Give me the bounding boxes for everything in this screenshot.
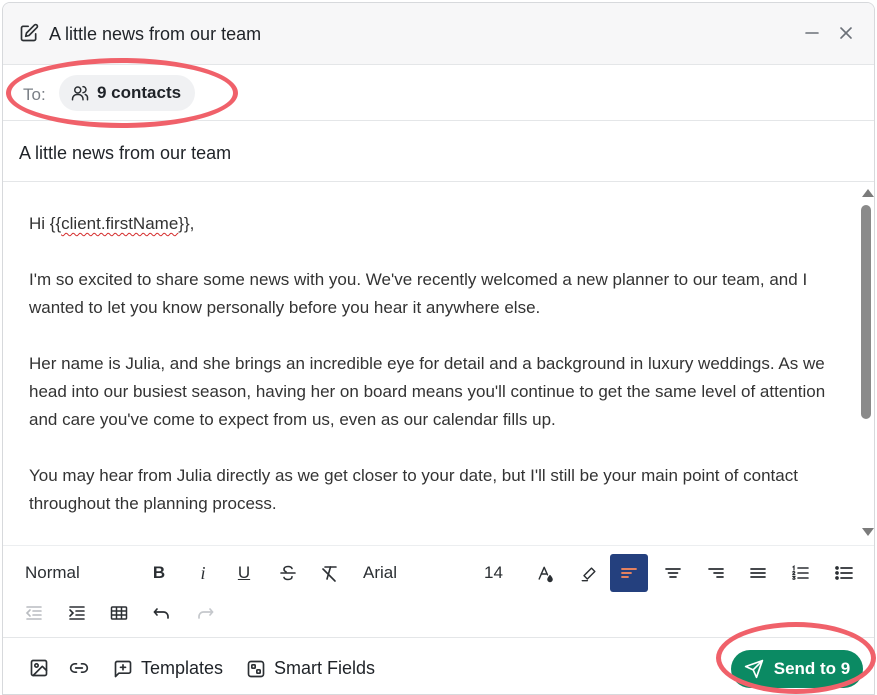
- highlight-icon[interactable]: [577, 562, 601, 586]
- link-icon: [69, 663, 89, 673]
- numbered-list-icon[interactable]: [788, 562, 812, 584]
- underline-icon[interactable]: U: [234, 562, 254, 584]
- add-template-icon: [114, 660, 132, 677]
- smart-fields-button[interactable]: Smart Fields: [246, 658, 375, 679]
- strikethrough-icon[interactable]: [277, 562, 299, 584]
- body-paragraph: Her name is Julia, and she brings an inc…: [29, 354, 826, 429]
- font-family-select[interactable]: Arial: [363, 562, 397, 584]
- subject-value: A little news from our team: [19, 143, 232, 163]
- body-scrollbar[interactable]: [858, 183, 874, 545]
- subject-field[interactable]: A little news from our team: [3, 121, 874, 182]
- formatting-toolbar: Normal B i U Arial 14: [3, 545, 874, 637]
- text-style-select[interactable]: Normal: [25, 562, 80, 584]
- justify-icon[interactable]: [746, 562, 770, 584]
- edit-icon: [20, 23, 39, 42]
- users-icon: [71, 85, 89, 101]
- smart-fields-label: Smart Fields: [274, 658, 376, 678]
- send-icon: [744, 659, 763, 679]
- email-compose-window: A little news from our team To: 9 contac…: [2, 2, 875, 695]
- table-icon[interactable]: [108, 602, 130, 624]
- message-body-editor[interactable]: Hi {{client.firstName}}, I'm so excited …: [3, 183, 858, 545]
- scroll-thumb[interactable]: [861, 205, 871, 419]
- templates-button[interactable]: Templates: [113, 658, 223, 679]
- smart-field-token: client.firstName: [61, 214, 179, 233]
- undo-icon[interactable]: [151, 602, 173, 624]
- bold-icon[interactable]: B: [149, 562, 169, 584]
- italic-icon[interactable]: i: [193, 562, 213, 584]
- send-button[interactable]: Send to 9: [731, 650, 863, 688]
- outdent-icon[interactable]: [23, 602, 45, 624]
- body-paragraph: You may hear from Julia directly as we g…: [29, 466, 798, 513]
- align-left-icon[interactable]: [610, 554, 648, 592]
- scroll-up-arrow-icon[interactable]: [862, 189, 874, 197]
- send-label: Send to 9: [773, 659, 851, 678]
- clear-format-icon[interactable]: [319, 562, 341, 584]
- font-size-select[interactable]: 14: [484, 562, 503, 584]
- font-color-icon[interactable]: [533, 562, 557, 586]
- to-label: To:: [23, 85, 46, 104]
- insert-link-button[interactable]: [69, 658, 89, 678]
- insert-image-button[interactable]: [29, 658, 49, 678]
- recipients-row: To: 9 contacts: [3, 65, 874, 121]
- contacts-chip[interactable]: 9 contacts: [59, 75, 196, 111]
- templates-label: Templates: [141, 658, 224, 678]
- body-paragraph: I'm so excited to share some news with y…: [29, 270, 808, 317]
- indent-icon[interactable]: [66, 602, 88, 624]
- message-body: Hi {{client.firstName}}, I'm so excited …: [29, 210, 849, 545]
- scroll-down-arrow-icon[interactable]: [862, 528, 874, 536]
- compose-header: A little news from our team: [3, 3, 874, 65]
- bullet-list-icon[interactable]: [832, 562, 856, 584]
- redo-icon[interactable]: [194, 602, 216, 624]
- align-center-icon[interactable]: [661, 562, 685, 584]
- image-icon: [30, 659, 48, 677]
- compose-footer: Templates Smart Fields Send to 9: [3, 637, 874, 694]
- smart-fields-icon: [247, 660, 265, 677]
- contacts-count: 9 contacts: [97, 83, 182, 102]
- minimize-icon[interactable]: [802, 23, 822, 43]
- align-right-icon[interactable]: [704, 562, 728, 584]
- compose-title: A little news from our team: [49, 24, 262, 44]
- close-icon[interactable]: [836, 23, 856, 43]
- greeting-line: Hi {{client.firstName}},: [29, 214, 195, 233]
